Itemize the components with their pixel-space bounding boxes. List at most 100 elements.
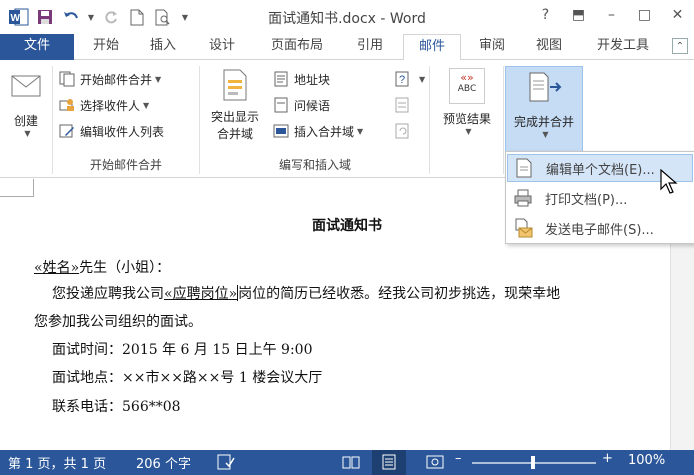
chevron-down-icon: ▼ xyxy=(24,129,31,138)
tab-file[interactable]: 文件 xyxy=(0,34,74,60)
menu-item-label: 发送电子邮件(S)... xyxy=(545,222,654,238)
finish-merge-label: 完成并合并 xyxy=(513,115,574,129)
highlight-fields-icon xyxy=(218,68,252,104)
status-bar: 第 1 页，共 1 页 206 个字 – + 100% xyxy=(0,450,694,475)
ruler-corner xyxy=(0,179,34,197)
insert-field-icon xyxy=(272,122,290,140)
preview-results-button[interactable]: «» ABC 预览结果 ▼ xyxy=(434,66,500,152)
create-label: 创建 xyxy=(13,114,38,128)
highlight-label-line2: 合并域 xyxy=(216,127,253,141)
insert-merge-field-button[interactable]: 插入合并域 ▼ xyxy=(272,119,363,143)
update-labels-button[interactable] xyxy=(394,119,416,143)
help-button[interactable]: ? xyxy=(529,0,562,30)
close-button[interactable]: ✕ xyxy=(661,0,694,30)
proofing-icon[interactable] xyxy=(217,454,235,474)
document-line-5: 面试地点：××市××路××号 1 楼会议大厅 xyxy=(52,370,323,386)
tab-mailings[interactable]: 邮件 xyxy=(403,34,461,61)
match-fields-button[interactable] xyxy=(394,93,416,117)
zoom-in-button[interactable]: + xyxy=(602,451,613,466)
document-line-2: 您投递应聘我公司«应聘岗位»岗位的简历已经收悉。经我公司初步挑选，现荣幸地 xyxy=(52,283,560,303)
title-bar: W ▼ ▼ 面试通知书.docx - Word ? ⬒ – □ ✕ xyxy=(0,0,694,34)
edit-list-icon xyxy=(58,122,76,140)
group-label-start-mail-merge: 开始邮件合并 xyxy=(89,158,162,172)
select-recipients-button[interactable]: 选择收件人 ▼ xyxy=(58,93,149,117)
finish-merge-button[interactable]: 完成并合并 ▼ xyxy=(505,66,583,152)
tab-insert[interactable]: 插入 xyxy=(137,34,189,60)
edit-document-icon xyxy=(512,156,536,180)
tab-design[interactable]: 设计 xyxy=(196,34,248,60)
collapse-ribbon-icon[interactable]: ⌃ xyxy=(672,38,688,54)
update-labels-icon xyxy=(394,122,412,140)
preview-abc-icon: «» ABC xyxy=(449,68,485,104)
rules-icon: ? xyxy=(394,70,412,88)
group-separator xyxy=(503,66,504,174)
restore-button[interactable]: □ xyxy=(628,0,661,30)
minimize-button[interactable]: – xyxy=(595,0,628,30)
zoom-slider-thumb[interactable] xyxy=(531,456,535,469)
ribbon-display-options-button[interactable]: ⬒ xyxy=(562,0,595,30)
recipients-icon xyxy=(58,96,76,114)
match-fields-icon xyxy=(394,96,412,114)
menu-item-label: 打印文档(P)... xyxy=(545,192,628,208)
chevron-down-icon: ▼ xyxy=(357,126,364,136)
address-block-button[interactable]: 地址块 xyxy=(272,67,330,91)
menu-item-label: 编辑单个文档(E)... xyxy=(546,162,655,178)
greeting-line-button[interactable]: 问候语 xyxy=(272,93,330,117)
group-separator xyxy=(199,66,200,174)
document-line-6: 联系电话：566**08 xyxy=(52,399,181,415)
print-layout-button[interactable] xyxy=(372,450,406,475)
select-recipients-label: 选择收件人 xyxy=(80,98,141,113)
chevron-down-icon: ▼ xyxy=(155,74,162,84)
rules-button[interactable]: ? ▼ xyxy=(394,67,425,91)
preview-abc-text: ABC xyxy=(457,84,477,94)
word-count[interactable]: 206 个字 xyxy=(136,453,191,472)
chevron-down-icon: ▼ xyxy=(143,100,150,110)
printer-icon xyxy=(511,186,535,210)
address-block-icon xyxy=(272,70,290,88)
email-icon xyxy=(511,216,535,240)
greeting-line-icon xyxy=(272,96,290,114)
read-mode-icon[interactable] xyxy=(342,454,360,474)
document-stack-icon xyxy=(58,70,76,88)
create-button[interactable]: 创建 ▼ xyxy=(4,66,48,152)
tab-developer[interactable]: 开发工具 xyxy=(582,34,664,60)
chevron-down-icon: ▼ xyxy=(542,130,549,139)
document-line-3: 您参加我公司组织的面试。 xyxy=(34,314,202,330)
address-block-label: 地址块 xyxy=(294,72,331,87)
group-separator xyxy=(52,66,53,174)
chevron-down-icon: ▼ xyxy=(419,74,426,84)
group-separator xyxy=(429,66,430,174)
document-line-1: «姓名»先生（小姐）： xyxy=(34,257,170,277)
tab-view[interactable]: 视图 xyxy=(523,34,575,60)
document-text: 您投递应聘我公司 xyxy=(52,286,164,302)
page-count[interactable]: 第 1 页，共 1 页 xyxy=(8,453,106,472)
menu-item-send-email[interactable]: 发送电子邮件(S)... xyxy=(507,214,693,242)
greeting-line-label: 问候语 xyxy=(294,98,331,113)
ribbon-tabs: 文件 开始 插入 设计 页面布局 引用 邮件 审阅 视图 开发工具 ⌃ xyxy=(0,34,694,61)
document-text: 岗位的简历已经收悉。经我公司初步挑选，现荣幸地 xyxy=(238,286,561,302)
preview-sample-text: «» xyxy=(460,71,474,84)
start-mail-merge-button[interactable]: 开始邮件合并 ▼ xyxy=(58,67,161,91)
document-text: 先生（小姐）： xyxy=(79,260,171,276)
document-line-4: 面试时间：2015 年 6 月 15 日上午 9:00 xyxy=(52,342,313,358)
window-controls: ? ⬒ – □ ✕ xyxy=(529,0,694,30)
finish-merge-icon xyxy=(524,71,564,105)
merge-field-name[interactable]: «姓名» xyxy=(34,260,79,276)
insert-merge-field-label: 插入合并域 xyxy=(294,124,355,139)
envelope-icon xyxy=(9,68,43,104)
finish-merge-menu: 编辑单个文档(E)... 打印文档(P)... 发送电子邮件(S)... xyxy=(505,151,694,244)
start-mail-merge-label: 开始邮件合并 xyxy=(80,72,153,87)
tab-review[interactable]: 审阅 xyxy=(466,34,518,60)
zoom-level[interactable]: 100% xyxy=(628,453,665,468)
highlight-merge-fields-button[interactable]: 突出显示 合并域 xyxy=(204,66,266,152)
tab-home[interactable]: 开始 xyxy=(80,34,132,60)
zoom-out-button[interactable]: – xyxy=(455,451,462,466)
group-label-write-insert: 编写和插入域 xyxy=(278,158,351,172)
web-layout-icon[interactable] xyxy=(426,454,444,474)
edit-recipient-list-button[interactable]: 编辑收件人列表 xyxy=(58,119,164,143)
tab-layout[interactable]: 页面布局 xyxy=(256,34,338,60)
merge-field-position[interactable]: «应聘岗位» xyxy=(164,286,237,302)
svg-text:?: ? xyxy=(399,74,405,86)
tab-references[interactable]: 引用 xyxy=(344,34,396,60)
chevron-down-icon: ▼ xyxy=(465,127,472,136)
